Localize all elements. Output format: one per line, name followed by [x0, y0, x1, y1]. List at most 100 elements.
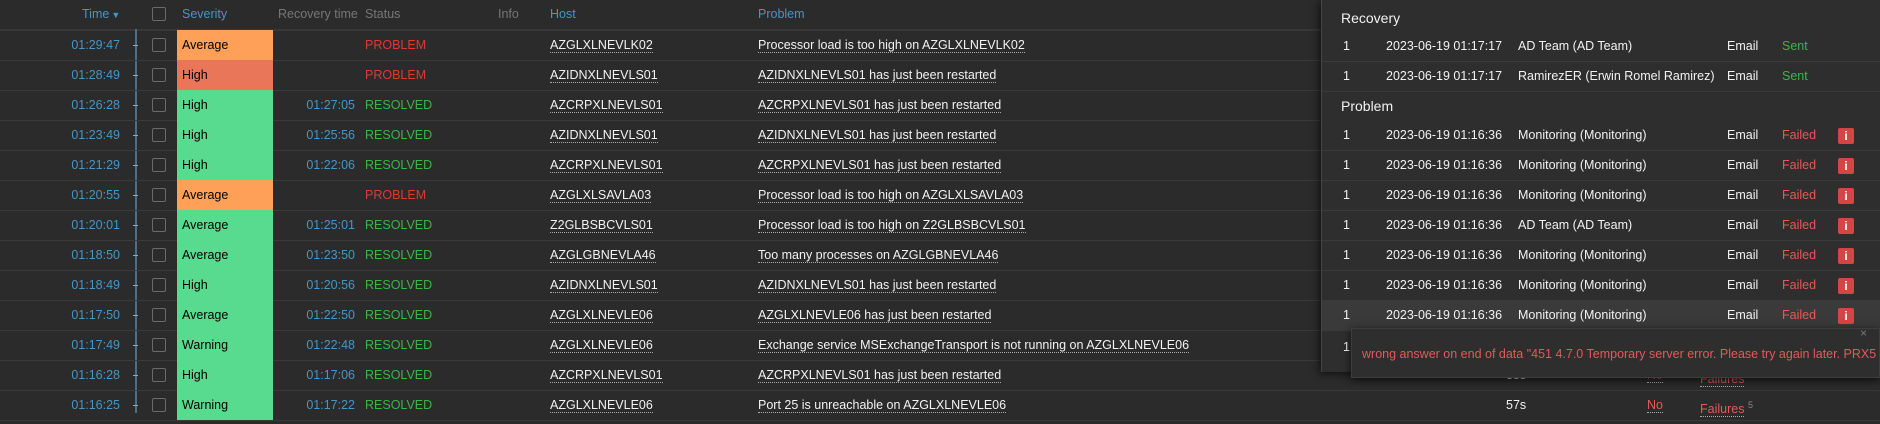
event-time[interactable]: 01:20:55: [0, 180, 120, 210]
sort-down-icon: ▼: [111, 10, 121, 20]
problem-link[interactable]: Port 25 is unreachable on AZGLXLNEVLE06: [758, 398, 1007, 413]
problem-link[interactable]: AZIDNXLNEVLS01 has just been restarted: [758, 68, 997, 83]
problem-link[interactable]: AZIDNXLNEVLS01 has just been restarted: [758, 128, 997, 143]
ack-link[interactable]: No: [1647, 398, 1663, 413]
action-time: 2023-06-19 01:16:36: [1386, 128, 1503, 142]
action-user: Monitoring (Monitoring): [1518, 128, 1647, 142]
host-link[interactable]: AZGLXLNEVLE06: [550, 398, 653, 413]
recovery-time[interactable]: [275, 180, 355, 210]
event-time[interactable]: 01:29:47: [0, 30, 120, 60]
info-icon[interactable]: i: [1838, 188, 1854, 204]
row-checkbox[interactable]: [152, 368, 166, 382]
recovery-time[interactable]: 01:22:48: [275, 330, 355, 360]
column-header-time[interactable]: Time ▼: [82, 0, 120, 29]
host-link[interactable]: Z2GLBSBCVLS01: [550, 218, 653, 233]
actions-link[interactable]: Failures: [1700, 402, 1745, 418]
recovery-time[interactable]: 01:22:50: [275, 300, 355, 330]
event-time[interactable]: 01:17:50: [0, 300, 120, 330]
host-link[interactable]: AZGLXLSAVLA03: [550, 188, 652, 203]
action-time: 2023-06-19 01:16:36: [1386, 218, 1503, 232]
status-text: RESOLVED: [365, 308, 433, 322]
recovery-time[interactable]: 01:20:56: [275, 270, 355, 300]
problem-link[interactable]: AZCRPXLNEVLS01 has just been restarted: [758, 368, 1002, 383]
row-checkbox[interactable]: [152, 98, 166, 112]
event-time[interactable]: 01:20:01: [0, 210, 120, 240]
recovery-time[interactable]: 01:22:06: [275, 150, 355, 180]
info-icon[interactable]: i: [1838, 308, 1854, 324]
problem-link[interactable]: Processor load is too high on Z2GLBSBCVL…: [758, 218, 1026, 233]
recovery-time[interactable]: 01:17:22: [275, 390, 355, 420]
recovery-time[interactable]: 01:17:06: [275, 360, 355, 390]
severity-cell: Average: [177, 180, 273, 210]
recovery-time[interactable]: [275, 30, 355, 60]
row-checkbox[interactable]: [152, 38, 166, 52]
row-checkbox[interactable]: [152, 218, 166, 232]
host-link[interactable]: AZGLGBNEVLA46: [550, 248, 656, 263]
action-type: Email: [1727, 248, 1759, 262]
action-user: RamirezER (Erwin Romel Ramirez): [1518, 69, 1715, 83]
event-time[interactable]: 01:21:29: [0, 150, 120, 180]
event-time[interactable]: 01:18:49: [0, 270, 120, 300]
action-time: 2023-06-19 01:16:36: [1386, 278, 1503, 292]
info-icon[interactable]: i: [1838, 218, 1854, 234]
close-icon[interactable]: ×: [1860, 326, 1867, 340]
problem-link[interactable]: Too many processes on AZGLGBNEVLA46: [758, 248, 999, 263]
column-header-problem[interactable]: Problem: [758, 0, 805, 29]
host-link[interactable]: AZCRPXLNEVLS01: [550, 98, 663, 113]
row-checkbox[interactable]: [152, 68, 166, 82]
host-link[interactable]: AZIDNXLNEVLS01: [550, 68, 658, 83]
row-checkbox[interactable]: [152, 128, 166, 142]
problem-link[interactable]: Processor load is too high on AZGLXLNEVL…: [758, 38, 1025, 53]
action-user: AD Team (AD Team): [1518, 218, 1633, 232]
problem-link[interactable]: Processor load is too high on AZGLXLSAVL…: [758, 188, 1024, 203]
recovery-time[interactable]: 01:25:56: [275, 120, 355, 150]
recovery-time[interactable]: 01:27:05: [275, 90, 355, 120]
host-link[interactable]: AZIDNXLNEVLS01: [550, 278, 658, 293]
column-header-host[interactable]: Host: [550, 0, 576, 29]
recovery-time[interactable]: 01:23:50: [275, 240, 355, 270]
info-icon[interactable]: i: [1838, 278, 1854, 294]
timeline-tick: [133, 285, 138, 286]
event-time[interactable]: 01:16:25: [0, 390, 120, 420]
timeline-tick: [133, 165, 138, 166]
row-checkbox[interactable]: [152, 308, 166, 322]
host-link[interactable]: AZIDNXLNEVLS01: [550, 128, 658, 143]
status-text: RESOLVED: [365, 128, 433, 142]
row-checkbox[interactable]: [152, 158, 166, 172]
recovery-time[interactable]: 01:25:01: [275, 210, 355, 240]
problem-link[interactable]: Exchange service MSExchangeTransport is …: [758, 338, 1190, 353]
event-time[interactable]: 01:16:28: [0, 360, 120, 390]
row-checkbox[interactable]: [152, 278, 166, 292]
select-all-checkbox[interactable]: [152, 7, 166, 21]
recovery-time[interactable]: [275, 60, 355, 90]
host-link[interactable]: AZGLXLNEVLE06: [550, 338, 653, 353]
problem-link[interactable]: AZIDNXLNEVLS01 has just been restarted: [758, 278, 997, 293]
row-checkbox[interactable]: [152, 398, 166, 412]
duration: 57s: [1506, 398, 1527, 412]
action-row: 1 2023-06-19 01:16:36 Monitoring (Monitori…: [1322, 241, 1880, 271]
host-link[interactable]: AZCRPXLNEVLS01: [550, 158, 663, 173]
event-time[interactable]: 01:28:49: [0, 60, 120, 90]
table-row: 01:16:25 Warning 01:17:22 RESOLVED AZGLXLNEV…: [0, 390, 1880, 421]
action-type: Email: [1727, 218, 1759, 232]
column-header-severity[interactable]: Severity: [182, 0, 227, 29]
problem-link[interactable]: AZCRPXLNEVLS01 has just been restarted: [758, 98, 1002, 113]
row-checkbox[interactable]: [152, 248, 166, 262]
problem-link[interactable]: AZGLXLNEVLE06 has just been restarted: [758, 308, 992, 323]
event-time[interactable]: 01:26:28: [0, 90, 120, 120]
row-checkbox[interactable]: [152, 188, 166, 202]
info-icon[interactable]: i: [1838, 158, 1854, 174]
event-time[interactable]: 01:17:49: [0, 330, 120, 360]
row-checkbox[interactable]: [152, 338, 166, 352]
event-time[interactable]: 01:18:50: [0, 240, 120, 270]
info-icon[interactable]: i: [1838, 248, 1854, 264]
event-time[interactable]: 01:23:49: [0, 120, 120, 150]
host-link[interactable]: AZGLXLNEVLE06: [550, 308, 653, 323]
action-time: 2023-06-19 01:17:17: [1386, 39, 1503, 53]
status-text: RESOLVED: [365, 368, 433, 382]
problem-link[interactable]: AZCRPXLNEVLS01 has just been restarted: [758, 158, 1002, 173]
info-icon[interactable]: i: [1838, 128, 1854, 144]
host-link[interactable]: AZCRPXLNEVLS01: [550, 368, 663, 383]
action-step: 1: [1343, 69, 1350, 83]
host-link[interactable]: AZGLXLNEVLK02: [550, 38, 653, 53]
